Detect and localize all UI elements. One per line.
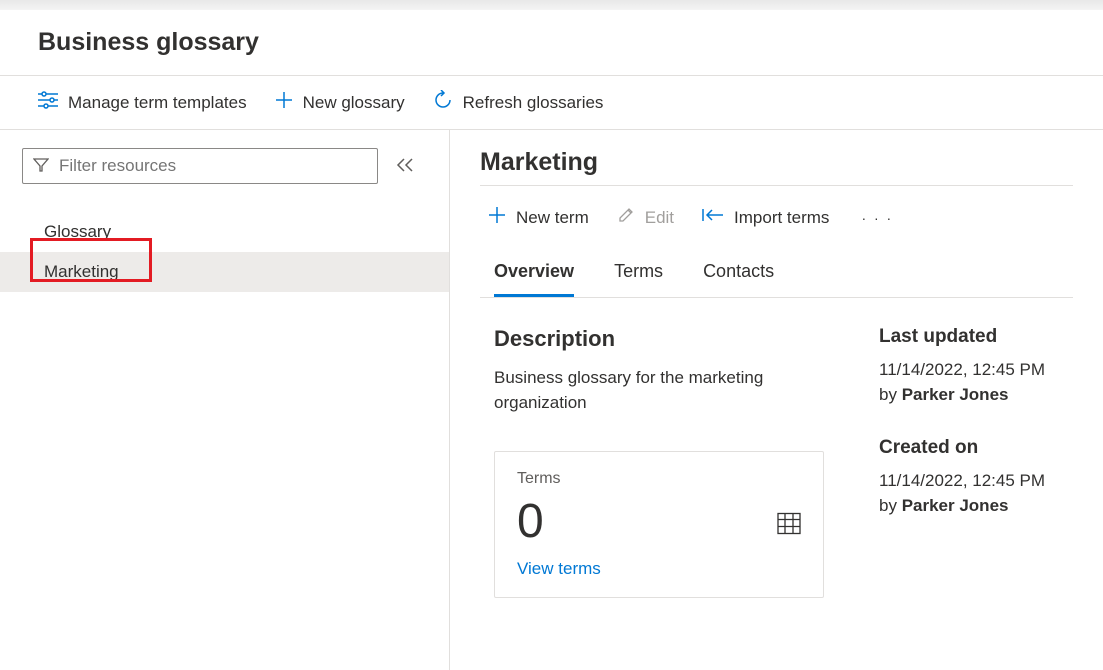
last-updated-author: Parker Jones <box>902 385 1009 404</box>
more-actions-button[interactable]: · · · <box>857 210 897 226</box>
content-area: Glossary Marketing Marketing New term Ed… <box>0 129 1103 670</box>
description-text: Business glossary for the marketing orga… <box>494 366 849 415</box>
filter-row <box>0 148 449 184</box>
toolbar: Manage term templates New glossary Refre… <box>0 76 1103 129</box>
filter-icon <box>33 157 49 176</box>
sidebar-item-glossary[interactable]: Glossary <box>0 212 449 252</box>
overview-left-column: Description Business glossary for the ma… <box>494 326 849 598</box>
plus-icon <box>275 91 293 114</box>
refresh-icon <box>433 90 453 115</box>
import-icon <box>702 207 724 228</box>
main-panel: Marketing New term Edit Import terms <box>450 130 1103 670</box>
last-updated-label: Last updated <box>879 326 1059 348</box>
created-on-value: 11/14/2022, 12:45 PM by Parker Jones <box>879 469 1059 518</box>
tab-label: Terms <box>614 261 663 281</box>
new-term-button[interactable]: New term <box>488 206 589 229</box>
divider <box>480 185 1073 186</box>
new-glossary-label: New glossary <box>303 93 405 113</box>
edit-label: Edit <box>645 208 674 228</box>
sidebar-item-label: Marketing <box>44 262 119 281</box>
description-heading: Description <box>494 326 849 352</box>
tab-overview[interactable]: Overview <box>494 261 574 297</box>
action-row: New term Edit Import terms · · · <box>480 192 1073 243</box>
created-on-label: Created on <box>879 437 1059 459</box>
filter-input[interactable] <box>59 156 367 176</box>
last-updated-value: 11/14/2022, 12:45 PM by Parker Jones <box>879 358 1059 407</box>
import-terms-label: Import terms <box>734 208 829 228</box>
window-top-shadow <box>0 0 1103 10</box>
new-term-label: New term <box>516 208 589 228</box>
collapse-sidebar-icon[interactable] <box>396 157 414 176</box>
sliders-icon <box>38 91 58 114</box>
refresh-glossaries-label: Refresh glossaries <box>463 93 604 113</box>
filter-box[interactable] <box>22 148 378 184</box>
tab-label: Overview <box>494 261 574 281</box>
view-terms-link[interactable]: View terms <box>517 559 801 579</box>
table-icon <box>777 512 801 537</box>
glossary-tree: Glossary Marketing <box>0 212 449 292</box>
sidebar-item-marketing[interactable]: Marketing <box>0 252 449 292</box>
pencil-icon <box>617 206 635 229</box>
plus-icon <box>488 206 506 229</box>
terms-card-count: 0 <box>517 494 801 549</box>
page-title-row: Business glossary <box>0 10 1103 76</box>
tabs: Overview Terms Contacts <box>480 243 1073 298</box>
edit-button[interactable]: Edit <box>617 206 674 229</box>
tab-terms[interactable]: Terms <box>614 261 663 297</box>
main-title: Marketing <box>480 148 1073 177</box>
sidebar: Glossary Marketing <box>0 130 450 670</box>
created-on-author: Parker Jones <box>902 496 1009 515</box>
tab-contacts[interactable]: Contacts <box>703 261 774 297</box>
import-terms-button[interactable]: Import terms <box>702 207 829 228</box>
sidebar-item-label: Glossary <box>44 222 111 241</box>
page-title: Business glossary <box>38 28 1065 57</box>
tab-label: Contacts <box>703 261 774 281</box>
new-glossary-button[interactable]: New glossary <box>275 91 405 114</box>
overview-section: Description Business glossary for the ma… <box>480 298 1073 598</box>
manage-term-templates-button[interactable]: Manage term templates <box>38 91 247 114</box>
manage-term-templates-label: Manage term templates <box>68 93 247 113</box>
terms-card: Terms 0 View terms <box>494 451 824 598</box>
refresh-glossaries-button[interactable]: Refresh glossaries <box>433 90 604 115</box>
terms-card-label: Terms <box>517 470 801 488</box>
overview-right-column: Last updated 11/14/2022, 12:45 PM by Par… <box>879 326 1059 598</box>
